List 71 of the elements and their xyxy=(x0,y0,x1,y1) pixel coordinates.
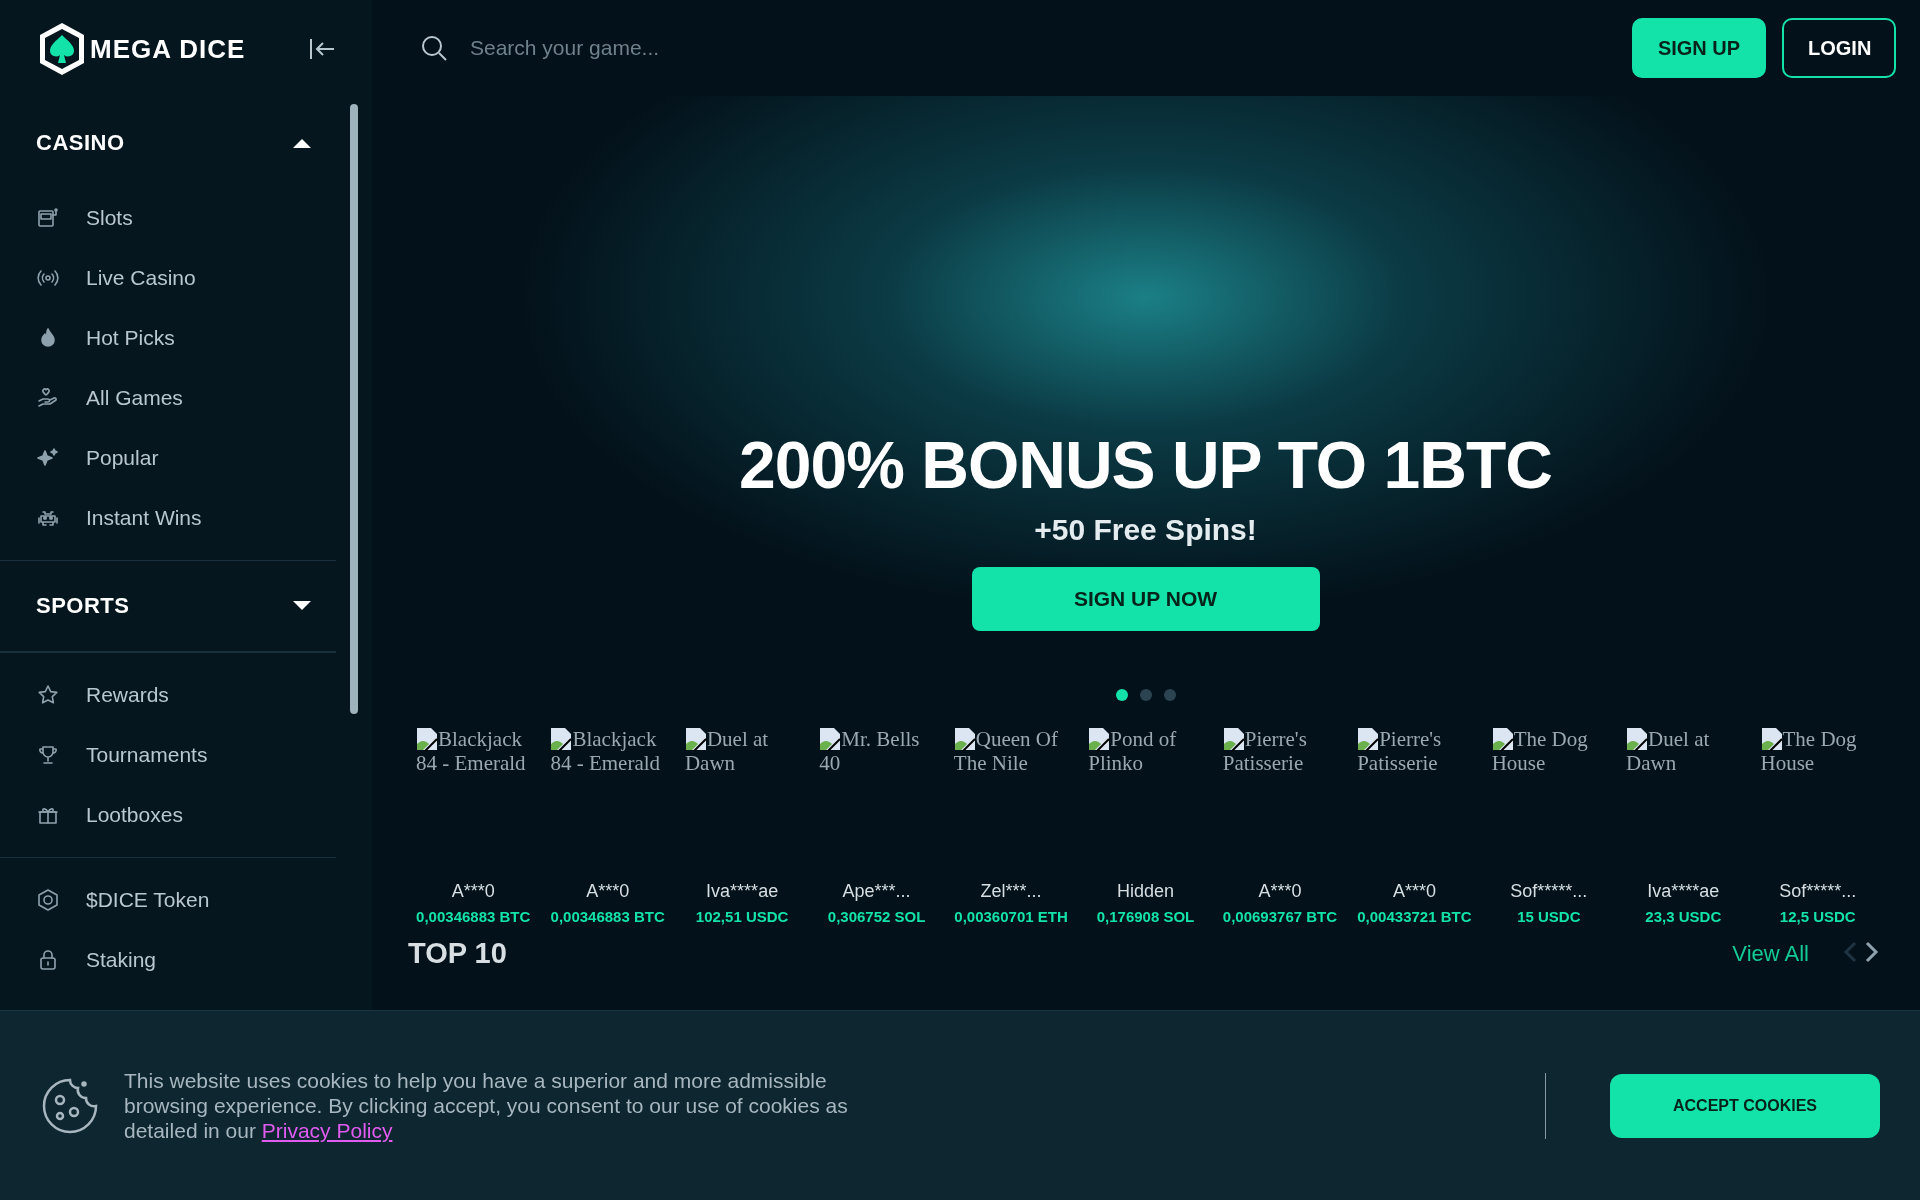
winner-name: A***0 xyxy=(451,881,495,902)
winner-name: Zel***... xyxy=(980,881,1042,902)
accept-cookies-button[interactable]: ACCEPT COOKIES xyxy=(1610,1073,1880,1138)
win-amount: 15 USDC xyxy=(1517,908,1581,925)
broken-game-image[interactable]: Mr. Bells 40 xyxy=(811,721,942,875)
section-header[interactable]: SPORTS xyxy=(0,560,336,652)
broken-game-image[interactable]: Duel at Dawn xyxy=(1618,721,1749,875)
broken-game-image[interactable]: Blackjack 84 - Emerald xyxy=(408,721,539,875)
sidebar-item[interactable]: Live Casino xyxy=(0,248,336,308)
section-header[interactable]: CASINO xyxy=(0,98,336,188)
broken-game-image[interactable]: Queen Of The Nile xyxy=(945,721,1077,875)
broken-game-image[interactable]: Blackjack 84 - Emerald xyxy=(542,721,673,875)
section-title: TOP 10 xyxy=(408,937,508,970)
login-button[interactable]: LOGIN xyxy=(1782,18,1896,78)
carousel-dot[interactable] xyxy=(1115,689,1128,701)
broken-game-image[interactable]: The Dog House xyxy=(1483,721,1615,875)
winner-name: Hidden xyxy=(1116,881,1174,902)
win-amount: 0,00693767 BTC xyxy=(1222,908,1338,925)
win-amount: 23,3 USDC xyxy=(1645,908,1722,925)
search-field[interactable]: Search your game... xyxy=(468,35,872,61)
win-amount: 0,00433721 BTC xyxy=(1357,908,1472,925)
winner-name: A***0 xyxy=(586,881,630,902)
banner-subline: +50 Free Spins! xyxy=(1034,513,1257,547)
win-amount: 0,00346883 BTC xyxy=(550,908,665,925)
hand-hearts-icon xyxy=(36,386,60,410)
star-icon xyxy=(36,683,60,707)
sidebar-item[interactable]: Rewards xyxy=(0,665,336,725)
cookie-message: This website uses cookies to help you have a superior and more admissible browsing experience. By clicking accept, you consent to our use of cookies as detailed in our Privacy Policy xyxy=(124,1068,849,1143)
sidebar-item[interactable]: Slots xyxy=(0,188,336,248)
caret-icon xyxy=(292,600,312,612)
winner-name: A***0 xyxy=(1258,881,1302,902)
scrollbar-thumb[interactable] xyxy=(350,104,358,714)
broken-game-image[interactable]: The Dog House xyxy=(1752,721,1883,875)
broken-game-image[interactable]: Pond of Plinko xyxy=(1080,721,1211,875)
sidebar-item[interactable]: Staking xyxy=(0,930,336,990)
privacy-policy-link[interactable]: Privacy Policy xyxy=(261,1119,393,1142)
sidebar-item[interactable]: Popular xyxy=(0,428,336,488)
broken-game-image[interactable]: Duel at Dawn xyxy=(676,721,808,875)
win-amount: 0,00360701 ETH xyxy=(954,908,1068,925)
sidebar-item[interactable]: Lootboxes xyxy=(0,785,336,845)
trophy-icon xyxy=(36,743,60,767)
sidebar-item[interactable]: Hot Picks xyxy=(0,308,336,368)
search-icon xyxy=(420,34,448,62)
sign-up-button[interactable]: SIGN UP xyxy=(1632,18,1766,78)
sidebar-item[interactable]: $DICE Token xyxy=(0,870,336,930)
banner-headline: 200% BONUS UP TO 1BTC xyxy=(739,427,1552,503)
win-amount: 102,51 USDC xyxy=(695,908,789,925)
win-amount: 0,176908 SOL xyxy=(1096,908,1195,925)
broken-game-image[interactable]: Pierre's Patisserie xyxy=(1214,721,1346,875)
view-all-link[interactable]: View All xyxy=(1732,940,1809,967)
win-amount: 0,00346883 BTC xyxy=(416,908,531,925)
sidebar-item[interactable]: All Games xyxy=(0,368,336,428)
caret-icon xyxy=(292,137,312,149)
winner-name: Iva****ae xyxy=(706,881,779,902)
winner-name: A***0 xyxy=(1392,881,1436,902)
sidebar-item[interactable]: Tournaments xyxy=(0,725,336,785)
winner-name: Iva****ae xyxy=(1647,881,1720,902)
collapse-sidebar-icon[interactable] xyxy=(308,37,336,61)
winner-name: Sof*****... xyxy=(1779,881,1857,902)
win-amount: 12,5 USDC xyxy=(1779,908,1856,925)
carousel-dot[interactable] xyxy=(1163,689,1176,701)
logo-wordmark: MEGA DICE xyxy=(90,33,246,65)
win-amount: 0,306752 SOL xyxy=(827,908,926,925)
slot-machine-icon xyxy=(36,206,60,230)
sign-up-now-button[interactable]: SIGN UP NOW xyxy=(971,567,1320,631)
token-icon xyxy=(36,888,60,912)
carousel-dot[interactable] xyxy=(1139,689,1152,701)
winner-name: Ape***... xyxy=(842,881,911,902)
broken-game-image[interactable]: Pierre's Patisserie xyxy=(1349,721,1480,875)
winner-name: Sof*****... xyxy=(1510,881,1588,902)
sidebar-item[interactable]: Instant Wins xyxy=(0,488,336,548)
